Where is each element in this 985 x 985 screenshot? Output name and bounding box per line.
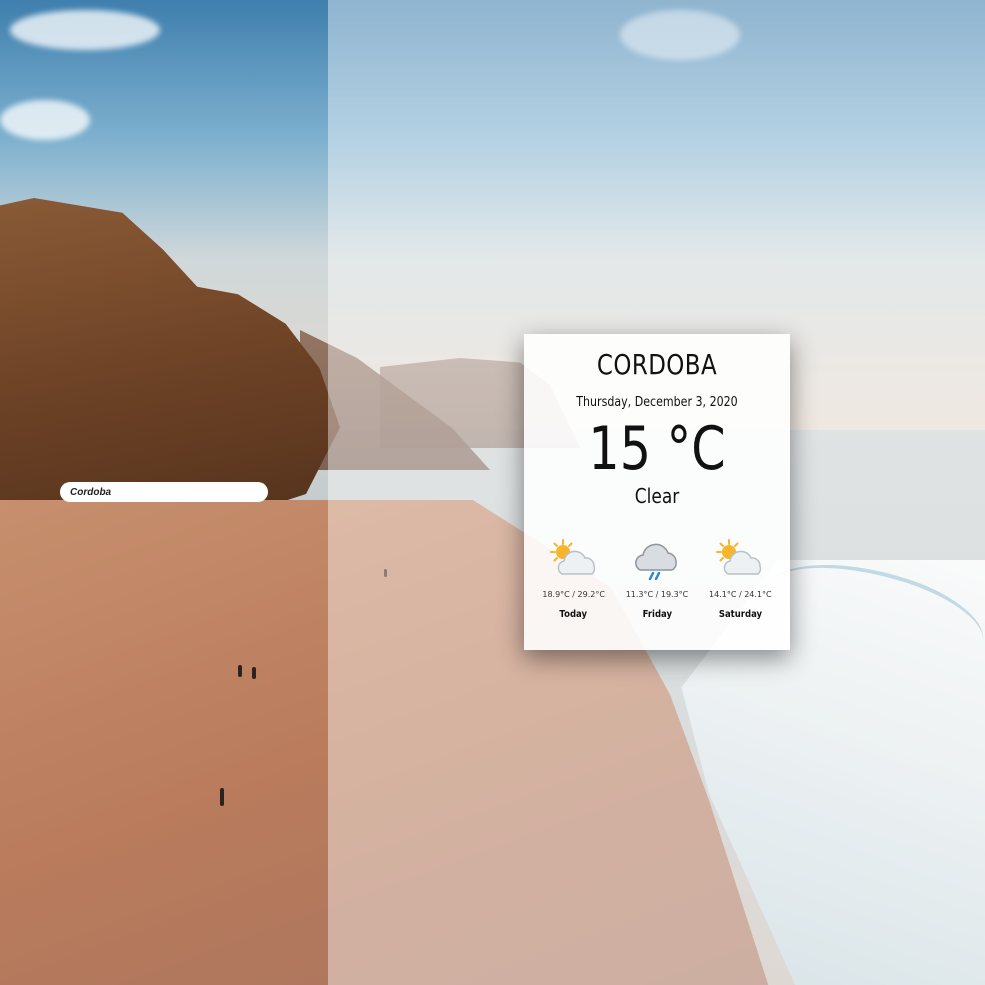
cloud — [0, 100, 90, 140]
temperature-range: 18.9°C / 29.2°C — [542, 590, 605, 599]
forecast-day-name: Today — [559, 609, 588, 620]
person — [252, 667, 256, 679]
person — [220, 788, 224, 806]
rain-cloud-icon — [635, 543, 677, 580]
forecast-day-name: Saturday — [718, 609, 762, 620]
temperature-range: 11.3°C / 19.3°C — [625, 590, 689, 599]
weather-condition: Clear — [634, 484, 680, 508]
partly-sunny-icon — [549, 539, 595, 575]
partly-sunny-icon — [716, 539, 762, 575]
forecast-day-name: Friday — [642, 609, 672, 620]
forecast-day: 14.1°C / 24.1°C Saturday — [705, 538, 775, 620]
city-search-input[interactable] — [60, 482, 268, 502]
person — [238, 665, 242, 677]
cloud — [10, 10, 160, 50]
forecast-day: 11.3°C / 19.3°C Friday — [622, 538, 692, 620]
forecast-row: 18.9°C / 29.2°C Today 11.3°C / 19.3°C Fr… — [524, 538, 790, 620]
city-name: CORDOBA — [596, 348, 718, 381]
forecast-day: 18.9°C / 29.2°C Today — [539, 538, 609, 620]
current-temperature: 15 °C — [588, 414, 726, 484]
temperature-range: 14.1°C / 24.1°C — [709, 590, 772, 599]
weather-card: CORDOBA Thursday, December 3, 2020 15 °C… — [524, 334, 790, 650]
current-date: Thursday, December 3, 2020 — [576, 395, 738, 410]
